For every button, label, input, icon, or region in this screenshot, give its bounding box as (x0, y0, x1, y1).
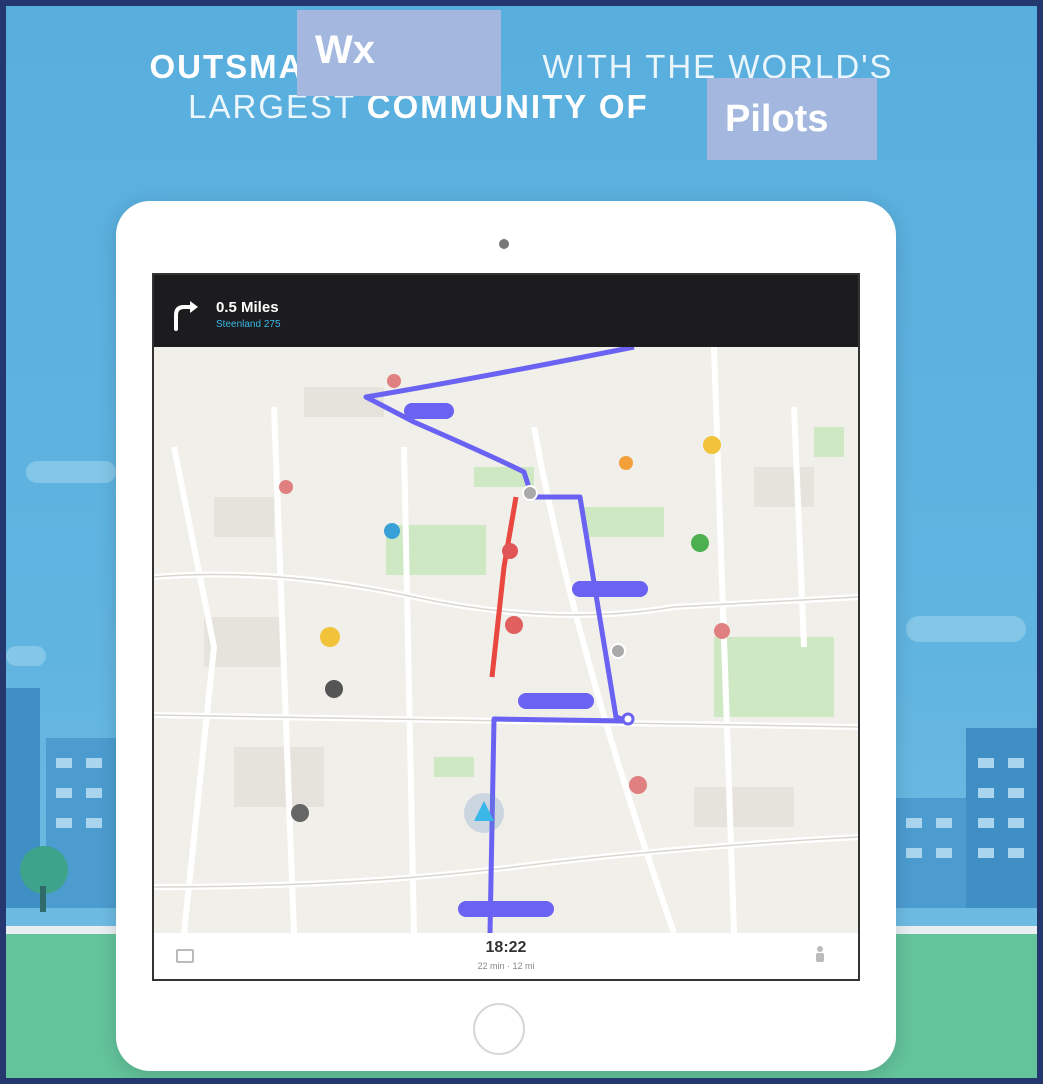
headline-line-1: OUTSMART WITH THE WORLD'S (149, 48, 894, 85)
eta-time: 18:22 (485, 939, 527, 956)
traffic-segment (489, 496, 519, 678)
route-street-label (518, 693, 594, 709)
report-pin (714, 623, 730, 639)
park-area (434, 757, 474, 777)
turn-distance: 0.5 Miles (216, 299, 279, 316)
report-pin (320, 627, 340, 647)
route-street-label (572, 581, 648, 597)
report-pin (502, 543, 518, 559)
building (966, 728, 1037, 908)
turn-right-arrow-icon (174, 301, 198, 331)
headline-line-2: LARGEST COMMUNITY OF RS (188, 88, 853, 125)
report-pin (384, 523, 400, 539)
report-pin (387, 374, 401, 388)
park-area (584, 507, 664, 537)
park-area (814, 427, 844, 457)
cloud (26, 461, 116, 483)
cloud (6, 646, 46, 666)
wx-overlay-label: Wx (297, 10, 501, 96)
cloud (906, 616, 1026, 642)
home-button[interactable] (473, 1003, 525, 1055)
report-pin (619, 456, 633, 470)
report-pin (505, 616, 523, 634)
report-pin (279, 480, 293, 494)
tree-trunk (40, 886, 46, 912)
building (896, 798, 966, 908)
promo-banner: OUTSMART WITH THE WORLD'S LARGEST COMMUN… (0, 0, 1043, 1084)
park-area (386, 525, 486, 575)
report-pin (703, 436, 721, 454)
turn-instruction-header[interactable]: 0.5 Miles Steenland 275 (154, 275, 858, 347)
report-pin (291, 804, 309, 822)
camera-icon (499, 239, 509, 249)
street-name: Steenland 275 (216, 319, 281, 330)
report-pin (691, 534, 709, 552)
app-screen: 0.5 Miles Steenland 275 18:22 22 min · 1… (152, 273, 860, 981)
eta-bar[interactable]: 18:22 22 min · 12 mi (154, 933, 858, 979)
pilots-overlay-label: Pilots (707, 78, 877, 160)
report-pin (629, 776, 647, 794)
report-pin (325, 680, 343, 698)
map-canvas (154, 347, 858, 933)
route-street-label (404, 403, 454, 419)
eta-details: 22 min · 12 mi (477, 961, 535, 971)
person-icon[interactable] (814, 945, 826, 963)
map-view[interactable] (154, 347, 858, 979)
park-area (714, 637, 834, 717)
tablet-device: 0.5 Miles Steenland 275 18:22 22 min · 1… (116, 201, 896, 1071)
route-street-label (458, 901, 554, 917)
